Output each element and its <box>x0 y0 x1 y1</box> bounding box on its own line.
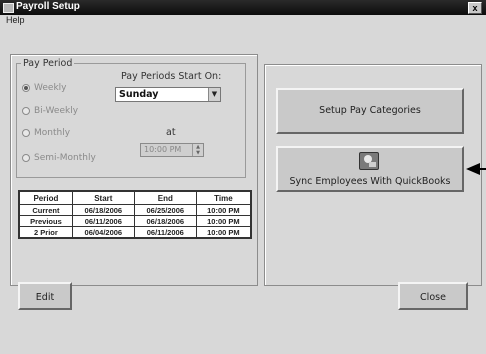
chevron-down-icon[interactable]: ▼ <box>208 88 220 101</box>
radio-bi-weekly-label: Bi-Weekly <box>34 106 79 116</box>
setup-pay-categories-button[interactable]: Setup Pay Categories <box>276 88 464 134</box>
setup-pay-categories-label: Setup Pay Categories <box>319 105 421 116</box>
column-header: Period <box>18 190 73 205</box>
pay-period-legend: Pay Period <box>23 58 73 69</box>
radio-weekly[interactable]: Weekly <box>22 83 66 93</box>
radio-dot-icon <box>22 106 30 115</box>
radio-semi-monthly[interactable]: Semi-Monthly <box>22 153 96 163</box>
radio-bi-weekly[interactable]: Bi-Weekly <box>22 106 78 116</box>
radio-dot-icon <box>22 128 30 137</box>
table-cell: 10:00 PM <box>195 215 252 227</box>
at-label: at <box>166 127 176 138</box>
table-cell: 06/04/2006 <box>71 226 135 239</box>
sync-quickbooks-button[interactable]: Sync Employees With QuickBooks <box>276 146 464 192</box>
title-bar: Payroll Setup x <box>0 0 486 15</box>
quickbooks-sync-icon <box>359 152 379 170</box>
table-cell: Previous <box>18 215 73 227</box>
table-cell: 06/18/2006 <box>71 204 135 216</box>
start-time-spinner[interactable]: 10:00 PM ▲ ▼ <box>140 143 204 157</box>
table-cell: 06/11/2006 <box>71 215 135 227</box>
close-label: Close <box>420 292 446 303</box>
close-button[interactable]: Close <box>398 282 468 310</box>
radio-weekly-label: Weekly <box>34 83 67 93</box>
start-day-select[interactable]: Sunday ▼ <box>115 87 221 102</box>
edit-button[interactable]: Edit <box>18 282 72 310</box>
close-window-button[interactable]: x <box>468 2 482 14</box>
payroll-setup-window: Payroll Setup x Help Pay Period Weekly B… <box>0 0 486 354</box>
table-cell: Current <box>18 204 73 216</box>
table-row: 2 Prior 06/04/2006 06/11/2006 10:00 PM <box>18 226 252 239</box>
window-title: Payroll Setup <box>16 1 80 12</box>
sync-quickbooks-label: Sync Employees With QuickBooks <box>289 176 451 187</box>
start-time-value: 10:00 PM <box>144 145 182 154</box>
radio-monthly-label: Monthly <box>34 128 71 138</box>
radio-semi-monthly-label: Semi-Monthly <box>34 153 96 163</box>
radio-monthly[interactable]: Monthly <box>22 128 70 138</box>
column-header: Time <box>195 190 252 205</box>
start-on-label: Pay Periods Start On: <box>121 71 222 82</box>
menu-bar: Help <box>0 15 486 27</box>
table-row: Previous 06/11/2006 06/18/2006 10:00 PM <box>18 215 252 227</box>
table-cell: 06/11/2006 <box>133 226 197 239</box>
radio-dot-icon <box>22 153 30 162</box>
menu-item-help[interactable]: Help <box>6 15 25 25</box>
table-header-row: Period Start End Time <box>18 190 252 205</box>
payroll-app-icon <box>3 3 14 13</box>
pay-periods-table: Period Start End Time Current 06/18/2006… <box>18 190 252 239</box>
arrow-line <box>478 168 486 170</box>
column-header: Start <box>71 190 135 205</box>
start-day-value: Sunday <box>119 89 159 100</box>
spinner-arrows-icon[interactable]: ▲ ▼ <box>192 144 203 156</box>
table-row: Current 06/18/2006 06/25/2006 10:00 PM <box>18 204 252 216</box>
edit-label: Edit <box>35 292 55 303</box>
table-cell: 06/18/2006 <box>133 215 197 227</box>
table-cell: 2 Prior <box>18 226 73 239</box>
table-cell: 06/25/2006 <box>133 204 197 216</box>
table-cell: 10:00 PM <box>195 226 252 239</box>
column-header: End <box>133 190 197 205</box>
table-cell: 10:00 PM <box>195 204 252 216</box>
radio-dot-icon <box>22 83 30 92</box>
